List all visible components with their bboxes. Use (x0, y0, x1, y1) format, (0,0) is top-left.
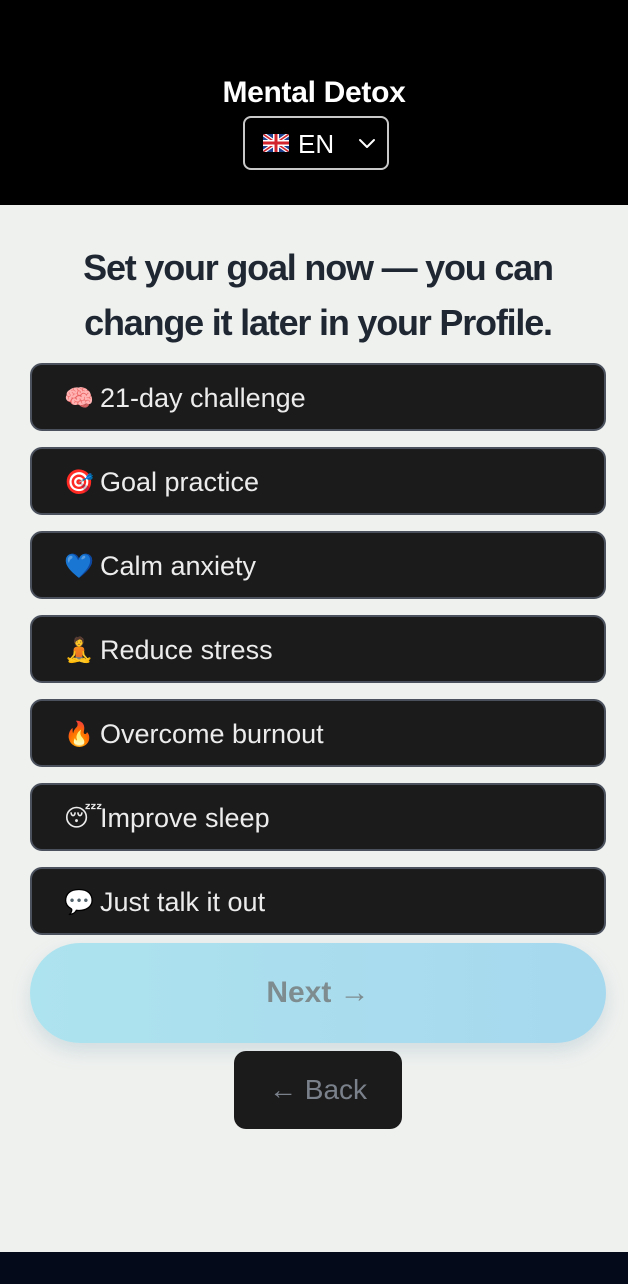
goal-option-label: Calm anxiety (100, 551, 257, 581)
goal-options-list: 🧠 21-day challenge 🎯 Goal practice 💙 Cal… (30, 363, 606, 951)
target-icon: 🎯 (64, 468, 94, 496)
brain-icon: 🧠 (64, 384, 94, 412)
uk-flag-icon (263, 134, 289, 152)
goal-option-overcome-burnout[interactable]: 🔥 Overcome burnout (30, 699, 606, 767)
goal-option-calm-anxiety[interactable]: 💙 Calm anxiety (30, 531, 606, 599)
blue-heart-icon: 💙 (64, 552, 94, 580)
goal-option-goal-practice[interactable]: 🎯 Goal practice (30, 447, 606, 515)
bottom-bar (0, 1252, 628, 1284)
language-select[interactable]: EN (243, 116, 389, 170)
chevron-down-icon (357, 134, 377, 154)
goal-selection-screen: Mental Detox EN Set your goal now — you … (0, 0, 628, 1284)
next-button[interactable]: Next → (30, 943, 606, 1043)
goal-option-label: Improve sleep (100, 803, 270, 833)
language-code: EN (298, 129, 335, 159)
header: Mental Detox EN (0, 0, 628, 205)
meditation-icon: 🧘 (64, 636, 94, 664)
speech-bubble-icon: 💬 (64, 888, 94, 916)
goal-option-just-talk-it-out[interactable]: 💬 Just talk it out (30, 867, 606, 935)
goal-option-label: Overcome burnout (100, 719, 324, 749)
goal-option-label: Just talk it out (100, 887, 266, 917)
goal-option-21-day-challenge[interactable]: 🧠 21-day challenge (30, 363, 606, 431)
back-button[interactable]: ← Back (234, 1051, 402, 1129)
page-heading: Set your goal now — you can change it la… (83, 247, 554, 343)
goal-option-improve-sleep[interactable]: 😴 Improve sleep (30, 783, 606, 851)
app-title: Mental Detox (222, 76, 406, 109)
fire-icon: 🔥 (64, 720, 94, 748)
goal-option-reduce-stress[interactable]: 🧘 Reduce stress (30, 615, 606, 683)
sleeping-face-icon: 😴 (64, 804, 103, 832)
goal-option-label: 21-day challenge (100, 383, 306, 413)
goal-option-label: Reduce stress (100, 635, 273, 665)
goal-option-label: Goal practice (100, 467, 260, 497)
